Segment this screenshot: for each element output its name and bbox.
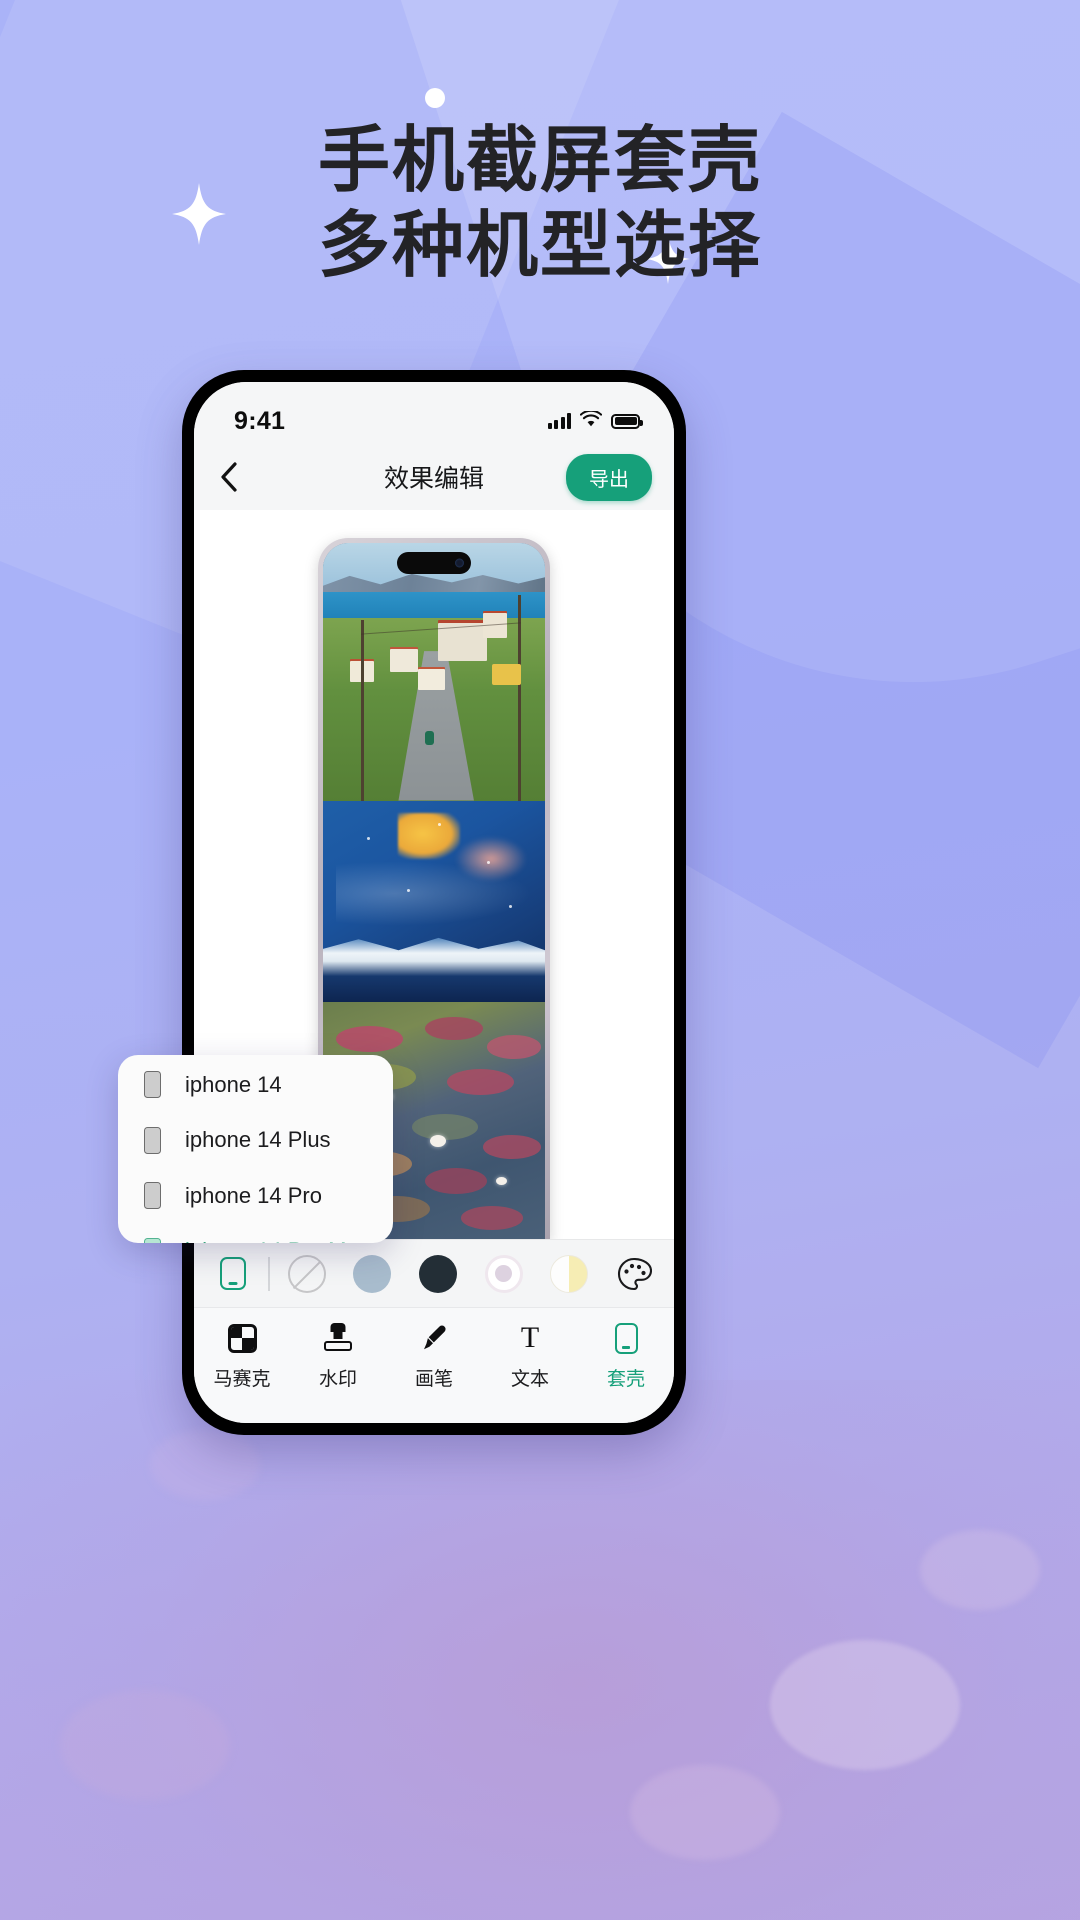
tab-label: 文本 bbox=[510, 1369, 549, 1390]
dynamic-island bbox=[397, 552, 471, 574]
tab-label: 水印 bbox=[318, 1369, 357, 1390]
headline-line-1: 手机截屏套壳 bbox=[317, 118, 762, 202]
swatch-lilac-ring[interactable] bbox=[484, 1254, 523, 1293]
color-swatch-list bbox=[287, 1254, 655, 1293]
swatch-cream-half[interactable] bbox=[550, 1254, 589, 1293]
tab-text[interactable]: T 文本 bbox=[482, 1321, 578, 1391]
stamp-icon bbox=[321, 1321, 355, 1355]
color-palette-icon[interactable] bbox=[616, 1256, 652, 1292]
dropdown-item-label: iphone 14 Plus bbox=[185, 1127, 331, 1153]
case-color-toolbar[interactable] bbox=[194, 1239, 674, 1307]
promo-headline: 手机截屏套壳 多种机型选择 bbox=[0, 118, 1080, 288]
tab-label: 马赛克 bbox=[213, 1369, 271, 1390]
brush-icon bbox=[417, 1321, 451, 1355]
lily-blur-2 bbox=[630, 1765, 780, 1860]
text-icon: T bbox=[520, 1321, 540, 1354]
toolbar-divider bbox=[268, 1256, 270, 1291]
dropdown-item-label: iphone 14 bbox=[185, 1071, 282, 1097]
tab-watermark[interactable]: 水印 bbox=[290, 1321, 386, 1391]
swatch-none[interactable] bbox=[287, 1254, 326, 1293]
device-thumb-icon bbox=[144, 1237, 161, 1243]
status-bar-icons bbox=[547, 409, 643, 432]
device-model-dropdown[interactable]: iphone 14 iphone 14 Plus iphone 14 Pro ipho… bbox=[118, 1055, 393, 1243]
tab-label: 画笔 bbox=[414, 1369, 453, 1390]
dropdown-item[interactable]: iphone 14 Pro Max bbox=[118, 1224, 393, 1243]
phone-frame-icon[interactable] bbox=[220, 1257, 246, 1290]
chevron-left-icon[interactable] bbox=[220, 462, 264, 492]
dropdown-item[interactable]: iphone 14 Plus bbox=[118, 1113, 393, 1169]
dropdown-item-label: iphone 14 Pro Max bbox=[185, 1238, 370, 1243]
dropdown-item-label: iphone 14 Pro bbox=[185, 1182, 322, 1208]
device-thumb-icon bbox=[144, 1182, 161, 1210]
editor-tab-bar[interactable]: 马赛克 水印 画笔 T 文本 套壳 bbox=[194, 1307, 674, 1423]
dropdown-item[interactable]: iphone 14 Pro bbox=[118, 1168, 393, 1224]
dropdown-item[interactable]: iphone 14 bbox=[118, 1057, 393, 1113]
headline-line-2: 多种机型选择 bbox=[317, 202, 762, 287]
device-model-list[interactable]: iphone 14 iphone 14 Plus iphone 14 Pro ipho… bbox=[118, 1057, 393, 1243]
device-thumb-icon bbox=[144, 1071, 161, 1099]
export-button[interactable]: 导出 bbox=[566, 453, 652, 501]
lily-blur-1 bbox=[770, 1640, 960, 1770]
status-bar-time: 9:41 bbox=[234, 406, 286, 435]
lily-blur-5 bbox=[150, 1430, 260, 1500]
lily-blur-4 bbox=[60, 1690, 230, 1800]
wifi-icon bbox=[579, 409, 603, 432]
battery-icon bbox=[611, 413, 643, 429]
mosaic-icon bbox=[225, 1321, 259, 1355]
lily-blur-3 bbox=[920, 1530, 1040, 1610]
phone-mockup: 9:41 效果编辑 导出 马赛克 水印 画笔 T 文本 套壳 bbox=[182, 370, 686, 1435]
status-bar: 9:41 bbox=[194, 382, 674, 444]
tab-mosaic[interactable]: 马赛克 bbox=[194, 1321, 290, 1391]
dot-decoration bbox=[425, 88, 445, 108]
phone-screen: 9:41 效果编辑 导出 马赛克 水印 画笔 T 文本 套壳 bbox=[194, 382, 674, 1423]
swatch-dark[interactable] bbox=[418, 1254, 457, 1293]
tab-label: 套壳 bbox=[606, 1369, 645, 1390]
artwork-coastal-village bbox=[323, 543, 545, 801]
tab-brush[interactable]: 画笔 bbox=[386, 1321, 482, 1391]
nav-bar: 效果编辑 导出 bbox=[194, 444, 674, 510]
phone-case-icon bbox=[609, 1321, 643, 1355]
device-thumb-icon bbox=[144, 1126, 161, 1154]
cellular-bars-icon bbox=[547, 413, 571, 429]
swatch-blue-gray[interactable] bbox=[353, 1254, 392, 1293]
artwork-starry-sea bbox=[323, 800, 545, 1003]
tab-case[interactable]: 套壳 bbox=[578, 1321, 674, 1391]
